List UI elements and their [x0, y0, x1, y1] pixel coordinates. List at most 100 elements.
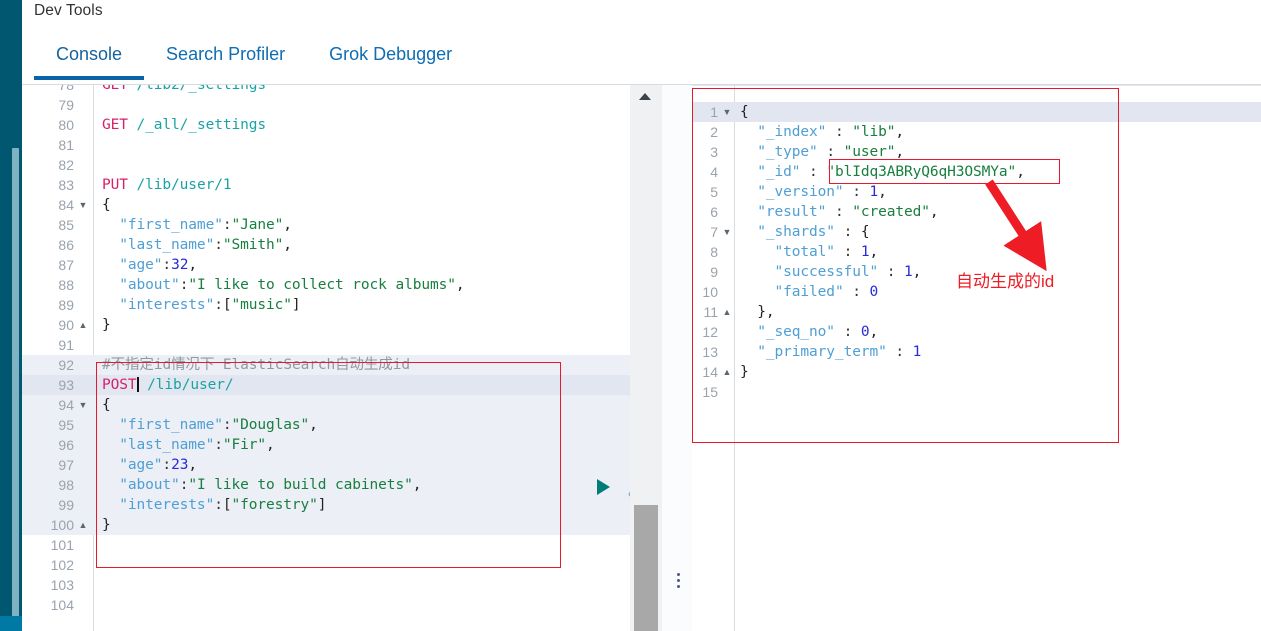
response-line[interactable]: 11 ▲ }, — [692, 302, 1261, 322]
response-line[interactable]: 3 "_type" : "user", — [692, 142, 1261, 162]
editor-line[interactable]: 93 POST /lib/user/ — [22, 375, 630, 395]
editor-line[interactable]: 96 "last_name":"Fir", — [22, 435, 630, 455]
response-line-text: "successful" : 1, — [774, 264, 922, 280]
editor-line[interactable]: 80 GET /_all/_settings — [22, 115, 630, 135]
editor-line[interactable]: 91 — [22, 335, 630, 355]
response-top-divider — [692, 85, 1261, 86]
editor-line[interactable]: 104 — [22, 595, 630, 615]
text-cursor — [136, 377, 139, 392]
editor-line[interactable]: 101 — [22, 535, 630, 555]
pane-resize-handle[interactable] — [672, 563, 684, 597]
editor-line[interactable]: 87 "age":32, — [22, 255, 630, 275]
editor-line-number: 103 — [50, 577, 74, 593]
response-line[interactable]: 12 "_seq_no" : 0, — [692, 322, 1261, 342]
request-editor-pane[interactable]: 78 GET /lib2/_settings 79 80 GET /_all/_sett… — [22, 85, 630, 631]
response-line[interactable]: 5 "_version" : 1, — [692, 182, 1261, 202]
fold-toggle-icon[interactable]: ▼ — [78, 395, 88, 415]
editor-line[interactable]: 88 "about":"I like to collect rock album… — [22, 275, 630, 295]
editor-line[interactable]: 79 — [22, 95, 630, 115]
editor-line-number: 89 — [58, 297, 74, 313]
editor-line[interactable]: 102 — [22, 555, 630, 575]
editor-line-number: 81 — [58, 137, 74, 153]
response-line[interactable]: 8 "total" : 1, — [692, 242, 1261, 262]
editor-line[interactable]: 82 — [22, 155, 630, 175]
dev-tools-console-page: Dev Tools Console Search Profiler Grok D… — [0, 0, 1261, 631]
response-line-number: 14 — [702, 364, 718, 380]
editor-line-number: 98 — [58, 477, 74, 493]
editor-line[interactable]: 94 ▼ { — [22, 395, 630, 415]
fold-toggle-icon[interactable]: ▼ — [722, 102, 732, 122]
editor-line[interactable]: 99 "interests":["forestry"] — [22, 495, 630, 515]
editor-line[interactable]: 89 "interests":["music"] — [22, 295, 630, 315]
response-line-text: } — [740, 364, 749, 380]
tab-console[interactable]: Console — [34, 42, 145, 80]
editor-line[interactable]: 92 #不指定id情况下 ElasticSearch自动生成id — [22, 355, 630, 375]
response-line[interactable]: 7 ▼ "_shards" : { — [692, 222, 1261, 242]
fold-toggle-icon[interactable]: ▼ — [78, 195, 88, 215]
editor-line-number: 96 — [58, 437, 74, 453]
response-line-text: "_type" : "user", — [757, 144, 905, 160]
editor-line[interactable]: 86 "last_name":"Smith", — [22, 235, 630, 255]
editor-line[interactable]: 97 "age":23, — [22, 455, 630, 475]
editor-line[interactable]: 98 "about":"I like to build cabinets", — [22, 475, 630, 495]
fold-toggle-icon[interactable]: ▲ — [78, 315, 88, 335]
response-line[interactable]: 4 "_id" : "blIdq3ABRyQ6qH3OSMYa", — [692, 162, 1261, 182]
response-line[interactable]: 2 "_index" : "lib", — [692, 122, 1261, 142]
page-header: Dev Tools Console Search Profiler Grok D… — [22, 0, 1261, 88]
response-line[interactable]: 1 ▼ { — [692, 102, 1261, 122]
editor-line-text: "first_name":"Jane", — [119, 217, 292, 233]
editor-line-text: "age":32, — [119, 257, 197, 273]
editor-line-number: 86 — [58, 237, 74, 253]
editor-line[interactable]: 81 — [22, 135, 630, 155]
editor-line-text: GET /lib2/_settings — [102, 85, 266, 93]
response-line-text: "_version" : 1, — [757, 184, 887, 200]
response-line[interactable]: 15 — [692, 382, 1261, 402]
global-nav-rail[interactable] — [0, 0, 22, 631]
fold-toggle-icon[interactable]: ▲ — [78, 515, 88, 535]
response-line-number: 10 — [702, 284, 718, 300]
response-line[interactable]: 6 "result" : "created", — [692, 202, 1261, 222]
response-line-text: "failed" : 0 — [774, 284, 879, 300]
editor-line[interactable]: 85 "first_name":"Jane", — [22, 215, 630, 235]
editor-line-text: POST /lib/user/ — [102, 377, 234, 393]
editor-line-number: 85 — [58, 217, 74, 233]
response-line-text: "_primary_term" : 1 — [757, 344, 922, 360]
editor-line-number: 78 — [58, 85, 74, 93]
editor-line[interactable]: 90 ▲} — [22, 315, 630, 335]
play-icon[interactable] — [597, 479, 610, 495]
editor-line-number: 90 — [58, 317, 74, 333]
editor-line-number: 87 — [58, 257, 74, 273]
editor-line-number: 99 — [58, 497, 74, 513]
editor-line-text: "last_name":"Smith", — [119, 237, 292, 253]
editor-line[interactable]: 84 ▼ { — [22, 195, 630, 215]
tab-search-profiler[interactable]: Search Profiler — [144, 42, 307, 80]
response-line-text: "_index" : "lib", — [757, 124, 905, 140]
editor-line[interactable]: 83 PUT /lib/user/1 — [22, 175, 630, 195]
editor-line-text: "about":"I like to build cabinets", — [119, 477, 422, 493]
fold-toggle-icon[interactable]: ▲ — [722, 362, 732, 382]
response-line-number: 7 — [710, 224, 718, 240]
scroll-up-arrow-icon[interactable] — [639, 93, 651, 100]
editor-line[interactable]: 78 GET /lib2/_settings — [22, 85, 630, 95]
editor-scrollbar-thumb[interactable] — [634, 505, 658, 631]
editor-scrollbar[interactable] — [630, 85, 662, 631]
editor-line[interactable]: 100 ▲} — [22, 515, 630, 535]
editor-line-number: 94 — [58, 397, 74, 413]
response-code-rows[interactable]: 1 ▼{2 "_index" : "lib", 3 "_type" : "user"… — [692, 102, 1261, 402]
editor-line-text: "about":"I like to collect rock albums", — [119, 277, 465, 293]
response-line[interactable]: 14 ▲} — [692, 362, 1261, 382]
editor-line[interactable]: 95 "first_name":"Douglas", — [22, 415, 630, 435]
tab-bar: Console Search Profiler Grok Debugger — [34, 42, 474, 88]
editor-line[interactable]: 103 — [22, 575, 630, 595]
editor-line-number: 79 — [58, 97, 74, 113]
response-line-number: 12 — [702, 324, 718, 340]
annotation-label-generated-id: 自动生成的id — [956, 272, 1055, 291]
fold-toggle-icon[interactable]: ▲ — [722, 302, 732, 322]
rail-scroll-indicator[interactable] — [12, 148, 19, 618]
tab-grok-debugger[interactable]: Grok Debugger — [307, 42, 474, 80]
editor-code-rows[interactable]: 78 GET /lib2/_settings 79 80 GET /_all/_sett… — [22, 85, 630, 615]
response-line[interactable]: 13 "_primary_term" : 1 — [692, 342, 1261, 362]
fold-toggle-icon[interactable]: ▼ — [722, 222, 732, 242]
page-title: Dev Tools — [34, 2, 103, 19]
response-pane[interactable]: 1 ▼{2 "_index" : "lib", 3 "_type" : "user"… — [692, 85, 1261, 631]
